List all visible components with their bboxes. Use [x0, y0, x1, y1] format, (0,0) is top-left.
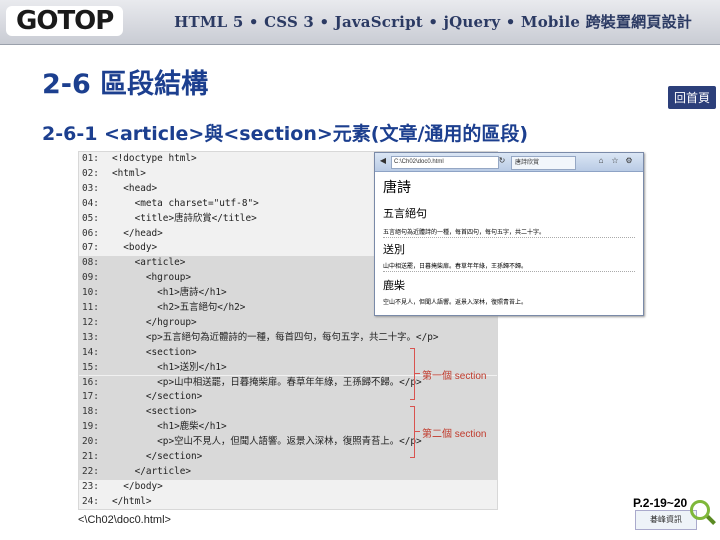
code-line: 17: </section>	[79, 390, 497, 406]
section2-label: 第二個 section	[422, 429, 487, 440]
line-number: 06:	[82, 227, 99, 239]
home-icon[interactable]: ⌂	[595, 155, 607, 166]
settings-icon[interactable]: ⚙	[623, 155, 635, 166]
code-text: </html>	[112, 495, 152, 507]
divider	[383, 237, 635, 238]
line-number: 14:	[82, 346, 99, 358]
line-number: 04:	[82, 197, 99, 209]
line-number: 18:	[82, 406, 99, 418]
refresh-icon[interactable]: ↻	[496, 155, 508, 166]
section1-bracket	[410, 348, 415, 400]
line-number: 22:	[82, 465, 99, 477]
browser-window: ◀ C:\Ch02\doc0.html ↻ 唐詩欣賞 ⌂ ☆ ⚙ 唐詩 五言絕句…	[374, 152, 644, 316]
rendered-h1: 唐詩	[383, 181, 411, 196]
divider	[383, 271, 635, 272]
line-number: 19:	[82, 421, 99, 433]
code-text: <html>	[112, 167, 146, 179]
code-text: <hgroup>	[112, 272, 192, 284]
code-text: <p>空山不見人，但聞人語響。返景入深林，復照青苔上。</p>	[112, 436, 422, 448]
code-line: 21: </section>	[79, 450, 497, 465]
code-line: 22: </article>	[79, 464, 497, 480]
line-number: 11:	[82, 302, 99, 313]
code-text: <h1>送別</h1>	[112, 361, 227, 373]
code-line: 14: <section>	[79, 345, 497, 361]
code-text: <section>	[112, 346, 197, 358]
line-number: 23:	[82, 480, 99, 492]
rendered-section2-title: 鹿柴	[383, 280, 405, 292]
star-icon[interactable]: ☆	[609, 155, 621, 166]
line-number: 15:	[82, 361, 99, 373]
code-text: <meta charset="utf-8">	[112, 197, 259, 209]
code-line: 12: </hgroup>	[79, 315, 497, 331]
magnifier-handle	[706, 515, 716, 525]
section1-connector	[414, 373, 420, 374]
code-line: 23: </body>	[79, 480, 497, 495]
code-text: <title>唐詩欣賞</title>	[112, 212, 257, 224]
address-bar[interactable]: C:\Ch02\doc0.html	[391, 156, 499, 169]
line-number: 02:	[82, 167, 99, 179]
rendered-section1-text: 山中相送罷，日暮掩柴扉。春草年年綠，王孫歸不歸。	[383, 264, 528, 270]
code-text: </body>	[112, 480, 163, 492]
code-text: <!doctype html>	[112, 153, 197, 164]
line-number: 17:	[82, 391, 99, 403]
page-reference: P.2-19~20	[633, 496, 688, 510]
code-text: </section>	[112, 451, 203, 462]
line-number: 08:	[82, 257, 99, 269]
line-number: 12:	[82, 316, 99, 328]
line-number: 20:	[82, 436, 99, 448]
code-line: 24: </html>	[79, 495, 497, 510]
line-number: 21:	[82, 451, 99, 462]
code-text: <h1>鹿柴</h1>	[112, 421, 227, 433]
section2-bracket	[410, 406, 415, 458]
rendered-section2-text: 空山不見人，但聞人語響。返景入深林，復照青苔上。	[383, 300, 528, 306]
code-text: <body>	[112, 242, 158, 254]
line-number: 16:	[82, 376, 99, 388]
code-text: </section>	[112, 391, 203, 403]
line-number: 01:	[82, 153, 99, 164]
banner-title: HTML 5 • CSS 3 • JavaScript • jQuery • M…	[174, 13, 692, 31]
line-number: 07:	[82, 242, 99, 254]
code-text: <h2>五言絕句</h2>	[112, 302, 246, 313]
line-number: 10:	[82, 287, 99, 299]
rendered-section1-title: 送別	[383, 244, 405, 256]
line-number: 24:	[82, 495, 99, 507]
code-text: </hgroup>	[112, 316, 197, 328]
subtitle: 2-6-1 <article>與<section>元素(文章/通用的區段)	[42, 123, 529, 145]
home-button[interactable]: 回首頁	[667, 86, 716, 109]
code-text: <p>五言絕句為近體詩的一種，每首四句，每句五字，共二十字。</p>	[112, 331, 439, 343]
line-number: 05:	[82, 212, 99, 224]
section2-connector	[414, 431, 420, 432]
code-text: <section>	[112, 406, 197, 418]
page-title: 2-6 區段結構	[42, 69, 209, 100]
browser-content: 唐詩 五言絕句 五言絕句為近體詩的一種，每首四句，每句五字，共二十字。 送別 山…	[381, 175, 637, 311]
rendered-h2: 五言絕句	[383, 208, 427, 220]
browser-chrome: ◀ C:\Ch02\doc0.html ↻ 唐詩欣賞 ⌂ ☆ ⚙	[375, 153, 643, 172]
code-line: 13: <p>五言絕句為近體詩的一種，每首四句，每句五字，共二十字。</p>	[79, 330, 497, 346]
gotop-logo: GOTOP	[6, 6, 124, 36]
line-number: 13:	[82, 331, 99, 343]
code-text: <head>	[112, 182, 158, 194]
code-text: <article>	[112, 257, 186, 269]
section1-label: 第一個 section	[422, 371, 487, 382]
rendered-paragraph: 五言絕句為近體詩的一種，每首四句，每句五字，共二十字。	[383, 230, 546, 236]
line-number: 03:	[82, 182, 99, 194]
publisher-logo: 碁峰資訊	[635, 510, 697, 530]
code-text: </article>	[112, 465, 192, 477]
line-number: 09:	[82, 272, 99, 284]
file-name: <\Ch02\doc0.html>	[78, 514, 171, 526]
code-line: 18: <section>	[79, 405, 497, 421]
back-icon[interactable]: ◀	[377, 155, 389, 166]
browser-tab[interactable]: 唐詩欣賞	[511, 156, 576, 170]
code-text: </head>	[112, 227, 163, 239]
code-text: <h1>唐詩</h1>	[112, 287, 227, 299]
header-banner: GOTOP HTML 5 • CSS 3 • JavaScript • jQue…	[0, 0, 720, 45]
code-text: <p>山中相送罷，日暮掩柴扉。春草年年綠，王孫歸不歸。</p>	[112, 376, 422, 388]
